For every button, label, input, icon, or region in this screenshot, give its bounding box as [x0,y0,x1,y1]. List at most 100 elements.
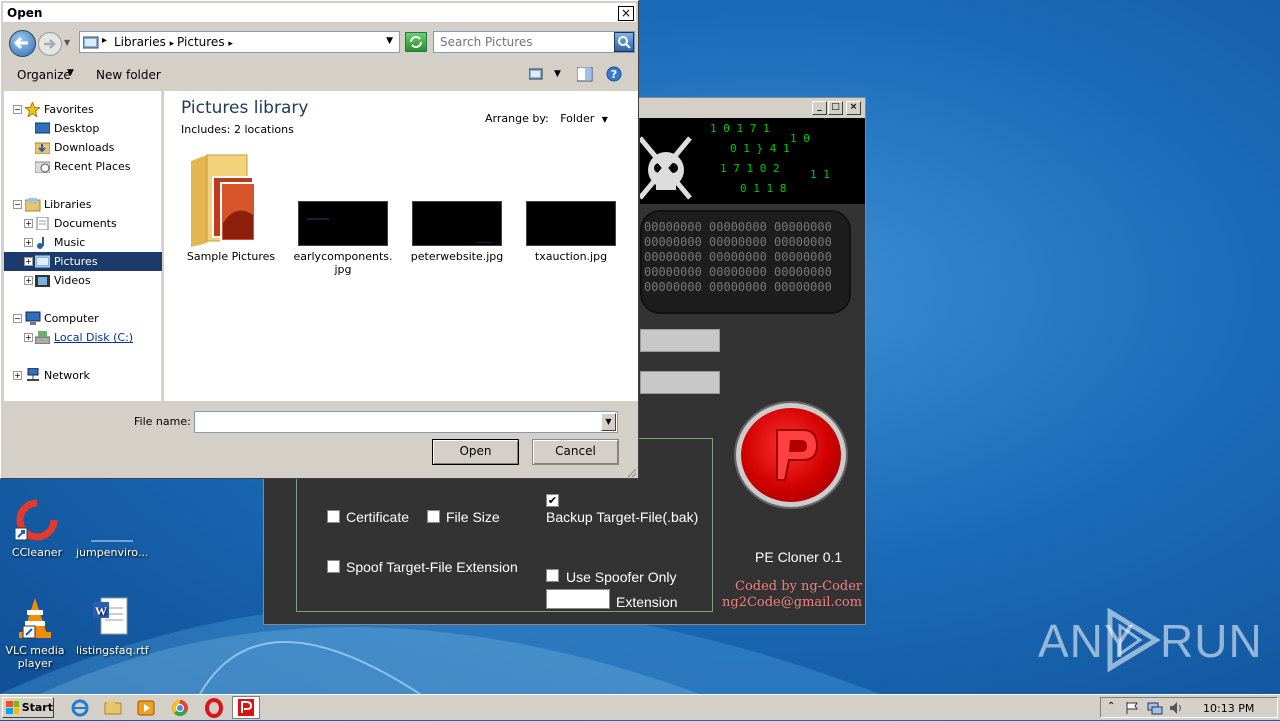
internet-explorer-icon[interactable] [70,698,90,718]
file-name-input[interactable]: ▼ [194,411,618,433]
breadcrumb-libraries[interactable]: Libraries [114,35,166,49]
explorer-folder-icon[interactable] [103,698,123,718]
breadcrumb-chevron-icon[interactable]: ▸ [228,39,233,49]
arrange-by-dropdown[interactable]: Folder [560,112,594,125]
network-status-icon[interactable] [1147,701,1163,715]
certificate-checkbox[interactable] [327,510,340,523]
use-spoofer-checkbox[interactable] [546,569,559,582]
nav-label: Documents [54,217,117,230]
address-bar[interactable]: ▸ Libraries ▸ Pictures ▸ ▼ [79,31,400,53]
opera-icon[interactable] [204,698,224,718]
file-list-pane: Pictures library Includes: 2 locations A… [164,91,638,401]
file-label[interactable]: earlycomponents.jpg [293,250,393,276]
file-label[interactable]: txauction.jpg [521,250,621,263]
cancel-button[interactable]: Cancel [532,439,619,465]
nav-desktop[interactable]: Desktop [4,119,162,138]
expand-icon[interactable]: + [24,257,33,266]
nav-videos[interactable]: + Videos [4,271,162,290]
nav-pictures[interactable]: + Pictures [4,252,162,271]
expand-icon[interactable]: + [13,371,22,380]
pe-cloner-taskbar-button[interactable] [232,696,260,719]
file-size-checkbox[interactable] [427,510,440,523]
file-label[interactable]: peterwebsite.jpg [407,250,507,263]
nav-local-disk[interactable]: + Local Disk (C:) [4,328,162,347]
clone-button[interactable] [736,403,846,507]
nav-favorites[interactable]: − Favorites [4,100,162,119]
image-thumbnail[interactable] [298,201,388,246]
nav-network[interactable]: + Network [4,366,162,385]
show-hidden-icons-icon[interactable]: ⌃ [1107,701,1115,712]
collapse-icon[interactable]: − [13,105,22,114]
organize-dropdown-icon[interactable]: ▼ [67,68,74,78]
source-file-field[interactable] [640,329,720,352]
breadcrumb-pictures[interactable]: Pictures [177,35,225,49]
desktop-icon-ccleaner[interactable]: CCleaner [2,498,72,559]
nav-recent-places[interactable]: Recent Places [4,157,162,176]
extension-input[interactable] [546,589,610,609]
svg-text:0 1 1 8: 0 1 1 8 [740,182,786,195]
expand-icon[interactable]: + [24,219,33,228]
address-dropdown-icon[interactable]: ▼ [386,36,393,46]
preview-pane-icon[interactable] [577,67,593,82]
nav-downloads[interactable]: Downloads [4,138,162,157]
media-player-icon[interactable] [136,698,156,718]
action-center-flag-icon[interactable] [1125,701,1139,715]
nav-computer[interactable]: − Computer [4,309,162,328]
file-name-dropdown-icon[interactable]: ▼ [601,413,616,431]
back-button[interactable] [9,30,36,57]
collapse-icon[interactable]: − [13,200,22,209]
expand-icon[interactable]: + [24,238,33,247]
close-button[interactable]: × [846,101,861,115]
p-logo-icon [238,699,254,716]
collapse-icon[interactable]: − [13,314,22,323]
svg-text:1 7 1 0 2: 1 7 1 0 2 [720,162,780,175]
expand-icon[interactable]: + [24,333,33,342]
recent-pages-chevron-icon[interactable]: ▼ [64,38,70,47]
volume-icon[interactable] [1169,701,1183,715]
open-button[interactable]: Open [432,439,519,465]
search-button[interactable] [614,32,634,52]
resize-grip-icon[interactable] [625,466,637,478]
arrange-by-label: Arrange by: [485,112,549,125]
clock[interactable]: 10:13 PM [1203,702,1254,715]
view-dropdown-icon[interactable]: ▼ [554,69,561,79]
desktop-icon-jumpenviro[interactable]: jumpenviro... [76,498,148,559]
forward-button[interactable] [38,32,62,56]
start-button[interactable]: Start [2,697,54,718]
new-folder-button[interactable]: New folder [96,68,161,82]
desktop-icon-vlc[interactable]: VLC media player [0,596,70,670]
pictures-library-icon [83,36,99,49]
view-options-icon[interactable] [529,68,543,80]
desktop-icon-label: listingsfaq.rtf [76,644,149,657]
star-icon [25,102,40,117]
image-thumbnail[interactable] [526,201,616,246]
minimize-button[interactable]: _ [812,101,827,115]
image-thumbnail[interactable] [412,201,502,246]
help-icon[interactable]: ? [606,66,622,82]
organize-menu[interactable]: Organize [17,68,71,82]
hex-display: 00000000 00000000 00000000 00000000 0000… [640,210,851,314]
pictures-icon [35,255,50,268]
dialog-close-button[interactable]: × [618,6,634,21]
file-item-sample-pictures[interactable]: Sample Pictures [181,153,281,263]
chrome-icon[interactable] [170,698,190,718]
nav-label: Pictures [54,255,98,268]
expand-icon[interactable]: + [24,276,33,285]
nav-libraries[interactable]: − Libraries [4,195,162,214]
search-input[interactable] [433,31,635,53]
refresh-button[interactable] [405,32,427,52]
backup-checkbox[interactable]: ✔ [546,494,559,507]
maximize-button[interactable]: □ [828,101,843,115]
desktop-icon-listingsfaq[interactable]: W listingsfaq.rtf [76,596,149,657]
breadcrumb-chevron-icon[interactable]: ▸ [170,39,177,49]
spoof-extension-label: Spoof Target-File Extension [346,559,518,575]
arrange-dropdown-icon[interactable]: ▼ [602,115,608,124]
p-logo-icon [776,429,819,481]
target-file-field[interactable] [640,371,720,394]
spoof-extension-checkbox[interactable] [327,560,340,573]
start-label: Start [21,701,53,714]
nav-label: Network [44,369,90,382]
locations-link[interactable]: 2 locations [234,123,294,136]
nav-documents[interactable]: + Documents [4,214,162,233]
nav-music[interactable]: + Music [4,233,162,252]
